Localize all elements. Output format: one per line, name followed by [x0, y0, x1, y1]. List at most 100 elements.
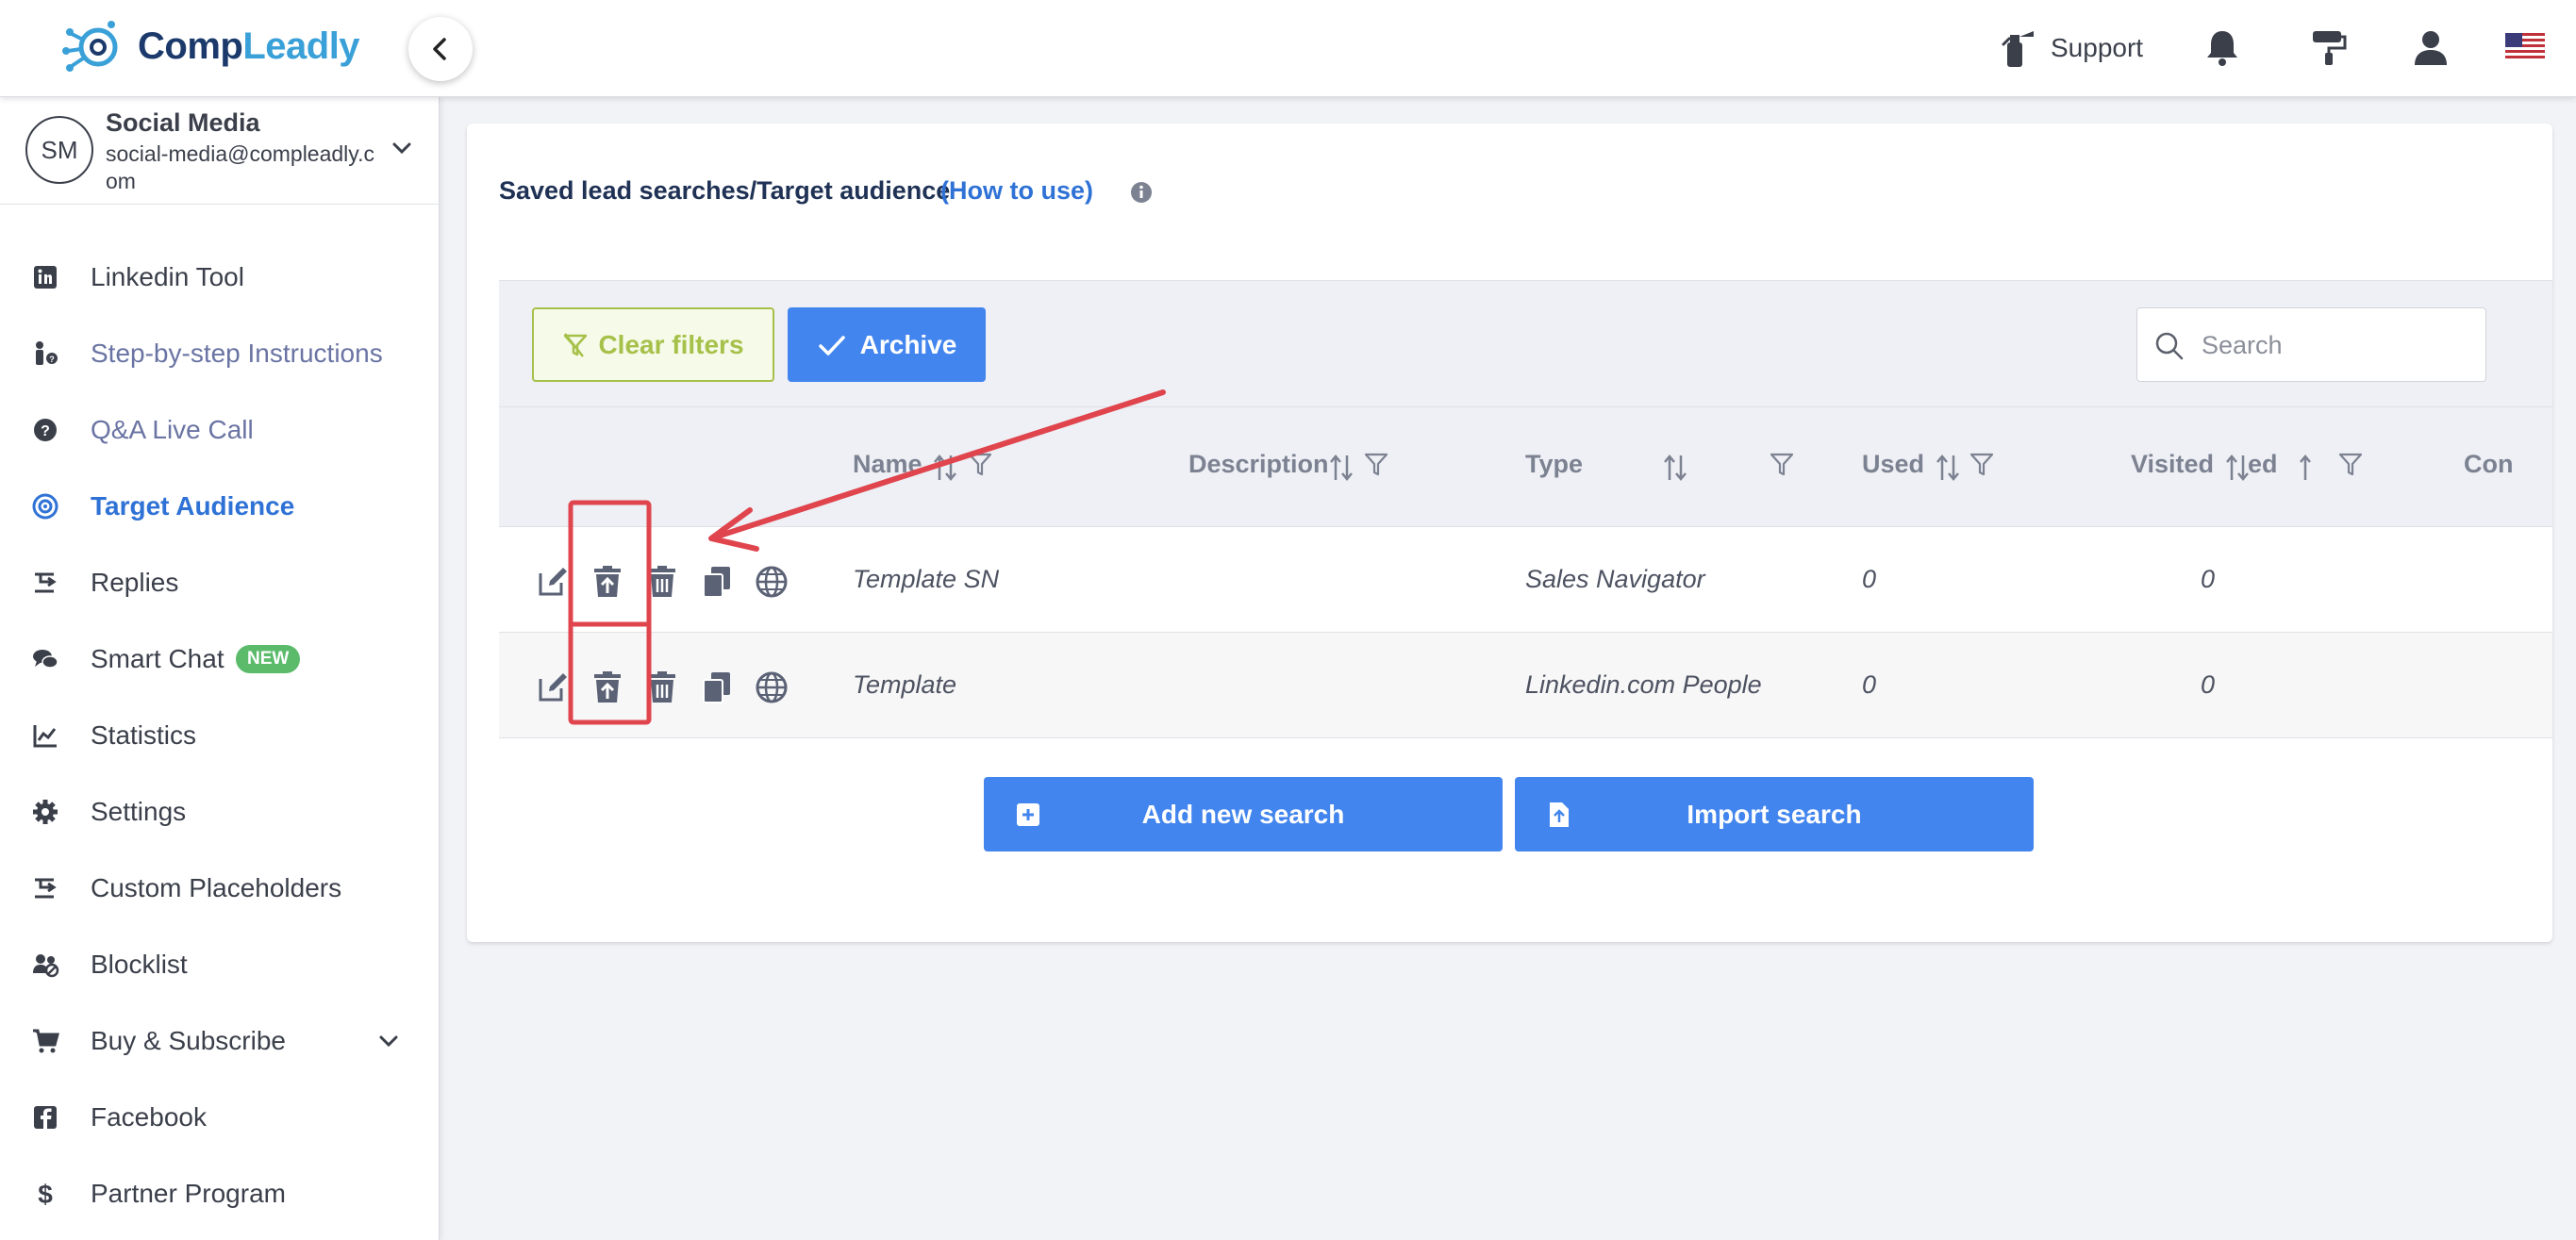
table-row[interactable]: Template SN Sales Navigator 0 0 — [499, 527, 2552, 633]
copy-icon[interactable] — [699, 563, 735, 601]
column-header-used[interactable]: Used — [1862, 450, 1924, 479]
archive-label: Archive — [859, 329, 957, 359]
plus-square-icon — [1017, 803, 1039, 826]
search-input[interactable] — [2202, 325, 2475, 365]
globe-icon[interactable] — [754, 563, 789, 601]
archive-button[interactable]: Archive — [788, 307, 986, 382]
sidebar-item-label: Custom Placeholders — [91, 873, 342, 902]
sidebar-item-replies[interactable]: Replies — [0, 545, 440, 620]
filter-icon[interactable] — [966, 449, 994, 481]
check-icon — [818, 335, 845, 355]
sidebar-item-buy-subscribe[interactable]: Buy & Subscribe — [0, 1003, 440, 1079]
sidebar-item-smart-chat[interactable]: Smart Chat NEW — [0, 621, 440, 697]
table-row[interactable]: Template Linkedin.com People 0 0 — [499, 633, 2552, 738]
support-link[interactable]: Support — [1998, 25, 2143, 72]
filter-icon[interactable] — [1968, 449, 1996, 481]
replies-icon — [29, 567, 61, 599]
language-selector[interactable] — [2501, 23, 2550, 72]
compleadly-logo[interactable]: CompLeadly — [58, 13, 360, 79]
column-header-visited[interactable]: Visited — [2131, 450, 2214, 479]
sidebar-item-statistics[interactable]: Statistics — [0, 698, 440, 773]
trash-icon[interactable] — [644, 563, 680, 601]
bell-icon — [2207, 31, 2237, 66]
sidebar-item-label: Step-by-step Instructions — [91, 339, 383, 368]
trash-icon[interactable] — [644, 669, 680, 706]
clear-filters-button[interactable]: Clear filters — [532, 307, 774, 382]
svg-text:$: $ — [38, 1180, 53, 1208]
account-email: social-media@compleadly.com — [106, 141, 374, 193]
sort-icon[interactable] — [931, 452, 959, 484]
column-header-overlap-text: ed — [2248, 450, 2278, 478]
sort-icon[interactable] — [1327, 452, 1355, 484]
filter-icon[interactable] — [2336, 449, 2365, 481]
sidebar-item-target-audience[interactable]: Target Audience — [0, 469, 440, 544]
sidebar-item-step-by-step-instructions[interactable]: ? Step-by-step Instructions — [0, 316, 440, 391]
add-new-search-button[interactable]: Add new search — [984, 777, 1503, 851]
sidebar-item-label: Q&A Live Call — [91, 415, 254, 444]
theme-button[interactable] — [2304, 23, 2353, 72]
top-header: CompLeadly Support — [0, 0, 2576, 97]
avatar: SM — [25, 116, 93, 184]
sidebar-item-linkedin-tool[interactable]: Linkedin Tool — [0, 240, 440, 315]
users-block-icon — [29, 949, 61, 981]
sort-up-icon[interactable] — [2291, 452, 2319, 484]
chart-line-icon — [29, 719, 61, 752]
import-search-button[interactable]: Import search — [1515, 777, 2034, 851]
person-help-icon: ? — [29, 338, 61, 370]
support-icon — [2002, 31, 2034, 67]
sidebar-item-label: Buy & Subscribe — [91, 1026, 286, 1055]
how-to-use-link[interactable]: (How to use) — [940, 176, 1093, 206]
unarchive-icon[interactable] — [590, 669, 625, 706]
sidebar-item-settings[interactable]: Settings — [0, 774, 440, 850]
row-actions — [535, 669, 789, 706]
question-circle-icon: ? — [29, 414, 61, 446]
sidebar-item-partner-program[interactable]: $ Partner Program — [0, 1156, 440, 1232]
edit-icon[interactable] — [535, 669, 571, 706]
column-header-description[interactable]: Description — [1188, 450, 1329, 479]
cell-visited: 0 — [2201, 565, 2216, 593]
sidebar-item-qa-live-call[interactable]: ? Q&A Live Call — [0, 392, 440, 468]
notifications-button[interactable] — [2198, 23, 2247, 72]
sidebar-item-facebook[interactable]: Facebook — [0, 1080, 440, 1155]
profile-button[interactable] — [2406, 23, 2455, 72]
info-icon[interactable] — [1130, 181, 1153, 204]
filter-icon[interactable] — [1768, 449, 1796, 481]
sidebar-item-label: Facebook — [91, 1102, 207, 1132]
user-icon — [2415, 31, 2447, 65]
sidebar-item-label: Linkedin Tool — [91, 262, 244, 291]
sort-icon[interactable] — [1661, 452, 1689, 484]
cell-type: Sales Navigator — [1525, 565, 1705, 593]
table-toolbar: Clear filters Archive — [499, 280, 2552, 407]
cell-visited: 0 — [2201, 670, 2216, 699]
sidebar-item-label: Statistics — [91, 720, 197, 750]
chat-icon — [29, 643, 61, 675]
brand-name: CompLeadly — [138, 25, 360, 68]
sidebar-item-label: Partner Program — [91, 1179, 286, 1208]
account-switcher[interactable]: SM Social Media social-media@compleadly.… — [0, 97, 440, 205]
sort-icon[interactable] — [1934, 452, 1962, 484]
sidebar-item-custom-placeholders[interactable]: Custom Placeholders — [0, 851, 440, 926]
sidebar-item-blocklist[interactable]: Blocklist — [0, 927, 440, 1002]
globe-icon[interactable] — [754, 669, 789, 706]
page-title: Saved lead searches/Target audience — [499, 176, 951, 205]
sidebar-item-label: Target Audience — [91, 491, 295, 521]
column-header-name[interactable]: Name — [853, 450, 922, 479]
linkedin-icon — [29, 261, 61, 293]
collapse-sidebar-button[interactable] — [408, 17, 473, 81]
unarchive-icon[interactable] — [590, 563, 625, 601]
search-field[interactable] — [2136, 307, 2486, 382]
edit-icon[interactable] — [535, 563, 571, 601]
file-import-icon — [1550, 802, 1569, 827]
sidebar-item-label: Replies — [91, 568, 179, 597]
sidebar: SM Social Media social-media@compleadly.… — [0, 97, 440, 1240]
facebook-icon — [29, 1101, 61, 1133]
chevron-down-icon — [392, 142, 411, 155]
sidebar-item-label: Smart Chat — [91, 644, 224, 673]
support-label: Support — [2051, 33, 2144, 62]
filter-icon[interactable] — [1362, 449, 1390, 481]
column-header-con[interactable]: Con — [2464, 450, 2513, 479]
dollar-icon: $ — [29, 1178, 61, 1210]
column-header-type[interactable]: Type — [1525, 450, 1583, 479]
svg-text:?: ? — [49, 355, 55, 364]
copy-icon[interactable] — [699, 669, 735, 706]
